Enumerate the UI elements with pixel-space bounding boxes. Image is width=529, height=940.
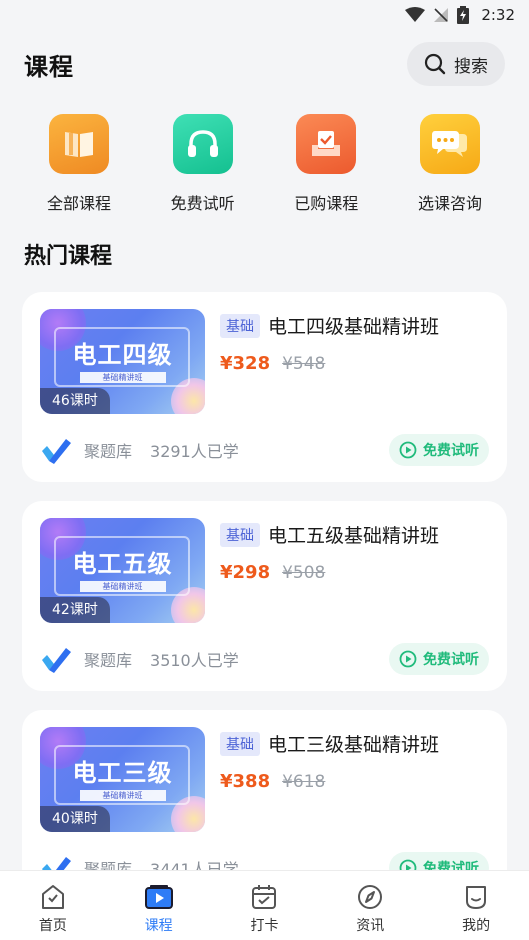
wifi-icon: [405, 7, 426, 22]
quick-nav-consult[interactable]: 选课咨询: [391, 114, 509, 214]
course-old-price: ¥508: [282, 563, 326, 583]
thumbnail-title: 电工五级: [72, 550, 173, 578]
book-icon: [49, 114, 109, 174]
thumbnail-title: 电工三级: [72, 759, 173, 787]
level-tag: 基础: [220, 522, 260, 547]
tab-profile[interactable]: 我的: [423, 871, 529, 940]
purchased-box-icon: [296, 114, 357, 174]
level-tag: 基础: [220, 731, 260, 756]
status-bar: 2:32: [0, 0, 529, 30]
tab-label: 打卡: [250, 918, 279, 934]
free-trial-label: 免费试听: [423, 443, 479, 459]
thumbnail-subtitle: 基础精讲班: [79, 581, 166, 592]
learner-count: 3510人已学: [150, 651, 239, 670]
status-time: 2:32: [481, 6, 515, 24]
course-hours: 42课时: [40, 597, 110, 623]
header: 课程 搜索: [0, 40, 529, 88]
course-thumbnail[interactable]: 电工三级 基础精讲班 40课时: [40, 727, 205, 832]
quick-nav: 全部课程 免费试听 已购课程 选课咨询: [0, 114, 529, 214]
quick-nav-label: 全部课程: [46, 194, 111, 213]
course-old-price: ¥618: [282, 772, 326, 792]
bottom-tab-bar: 首页 课程 打卡 资讯 我的: [0, 870, 529, 940]
tab-label: 课程: [144, 918, 173, 934]
tab-news[interactable]: 资讯: [317, 871, 423, 940]
tab-label: 资讯: [356, 918, 385, 934]
course-price: ¥298: [220, 562, 271, 583]
brand-logo-icon: [42, 648, 71, 673]
course-title[interactable]: 电工四级基础精讲班: [268, 312, 439, 339]
course-list: 电工四级 基础精讲班 46课时 基础 电工四级基础精讲班 ¥328 ¥548 聚…: [22, 292, 507, 919]
no-signal-icon: [434, 8, 449, 22]
quick-nav-label: 免费试听: [170, 194, 235, 213]
page-title: 课程: [24, 52, 74, 81]
course-play-icon: [144, 885, 173, 909]
play-circle-icon: [399, 441, 417, 459]
course-hours: 40课时: [40, 806, 110, 832]
tab-checkin[interactable]: 打卡: [212, 871, 318, 940]
brand-name: 聚题库: [84, 442, 133, 461]
course-card[interactable]: 电工五级 基础精讲班 42课时 基础 电工五级基础精讲班 ¥298 ¥508 聚…: [22, 501, 507, 691]
quick-nav-free-trial[interactable]: 免费试听: [144, 114, 262, 214]
course-thumbnail[interactable]: 电工五级 基础精讲班 42课时: [40, 518, 205, 623]
home-icon: [41, 885, 64, 909]
section-title: 热门课程: [24, 244, 113, 269]
compass-icon: [358, 885, 383, 909]
free-trial-button[interactable]: 免费试听: [389, 643, 489, 675]
profile-icon: [466, 886, 487, 909]
quick-nav-all-courses[interactable]: 全部课程: [20, 114, 138, 214]
search-icon: [424, 53, 446, 75]
course-hours: 46课时: [40, 388, 110, 414]
course-title[interactable]: 电工三级基础精讲班: [268, 730, 439, 757]
tab-home[interactable]: 首页: [0, 871, 106, 940]
calendar-check-icon: [252, 885, 277, 909]
learner-count: 3291人已学: [150, 442, 239, 461]
quick-nav-purchased[interactable]: 已购课程: [267, 114, 385, 214]
battery-charging-icon: [457, 6, 470, 24]
tab-label: 我的: [462, 918, 491, 934]
play-circle-icon: [399, 650, 417, 668]
thumbnail-subtitle: 基础精讲班: [79, 372, 166, 383]
free-trial-label: 免费试听: [423, 652, 479, 668]
free-trial-button[interactable]: 免费试听: [389, 434, 489, 466]
course-thumbnail[interactable]: 电工四级 基础精讲班 46课时: [40, 309, 205, 414]
course-old-price: ¥548: [282, 354, 326, 374]
course-price: ¥328: [220, 353, 271, 374]
thumbnail-title: 电工四级: [72, 341, 173, 369]
thumbnail-subtitle: 基础精讲班: [79, 790, 166, 801]
brand-logo-icon: [42, 439, 71, 464]
search-button[interactable]: 搜索: [407, 42, 505, 86]
headphones-icon: [172, 114, 233, 174]
level-tag: 基础: [220, 313, 260, 338]
quick-nav-label: 选课咨询: [417, 194, 482, 213]
chat-bubble-icon: [419, 114, 480, 174]
course-title[interactable]: 电工五级基础精讲班: [268, 521, 439, 548]
quick-nav-label: 已购课程: [294, 194, 359, 213]
tab-course[interactable]: 课程: [106, 871, 212, 940]
search-label: 搜索: [454, 56, 488, 77]
brand-name: 聚题库: [84, 651, 133, 670]
tab-label: 首页: [38, 918, 67, 934]
course-card[interactable]: 电工四级 基础精讲班 46课时 基础 电工四级基础精讲班 ¥328 ¥548 聚…: [22, 292, 507, 482]
course-price: ¥388: [220, 771, 271, 792]
